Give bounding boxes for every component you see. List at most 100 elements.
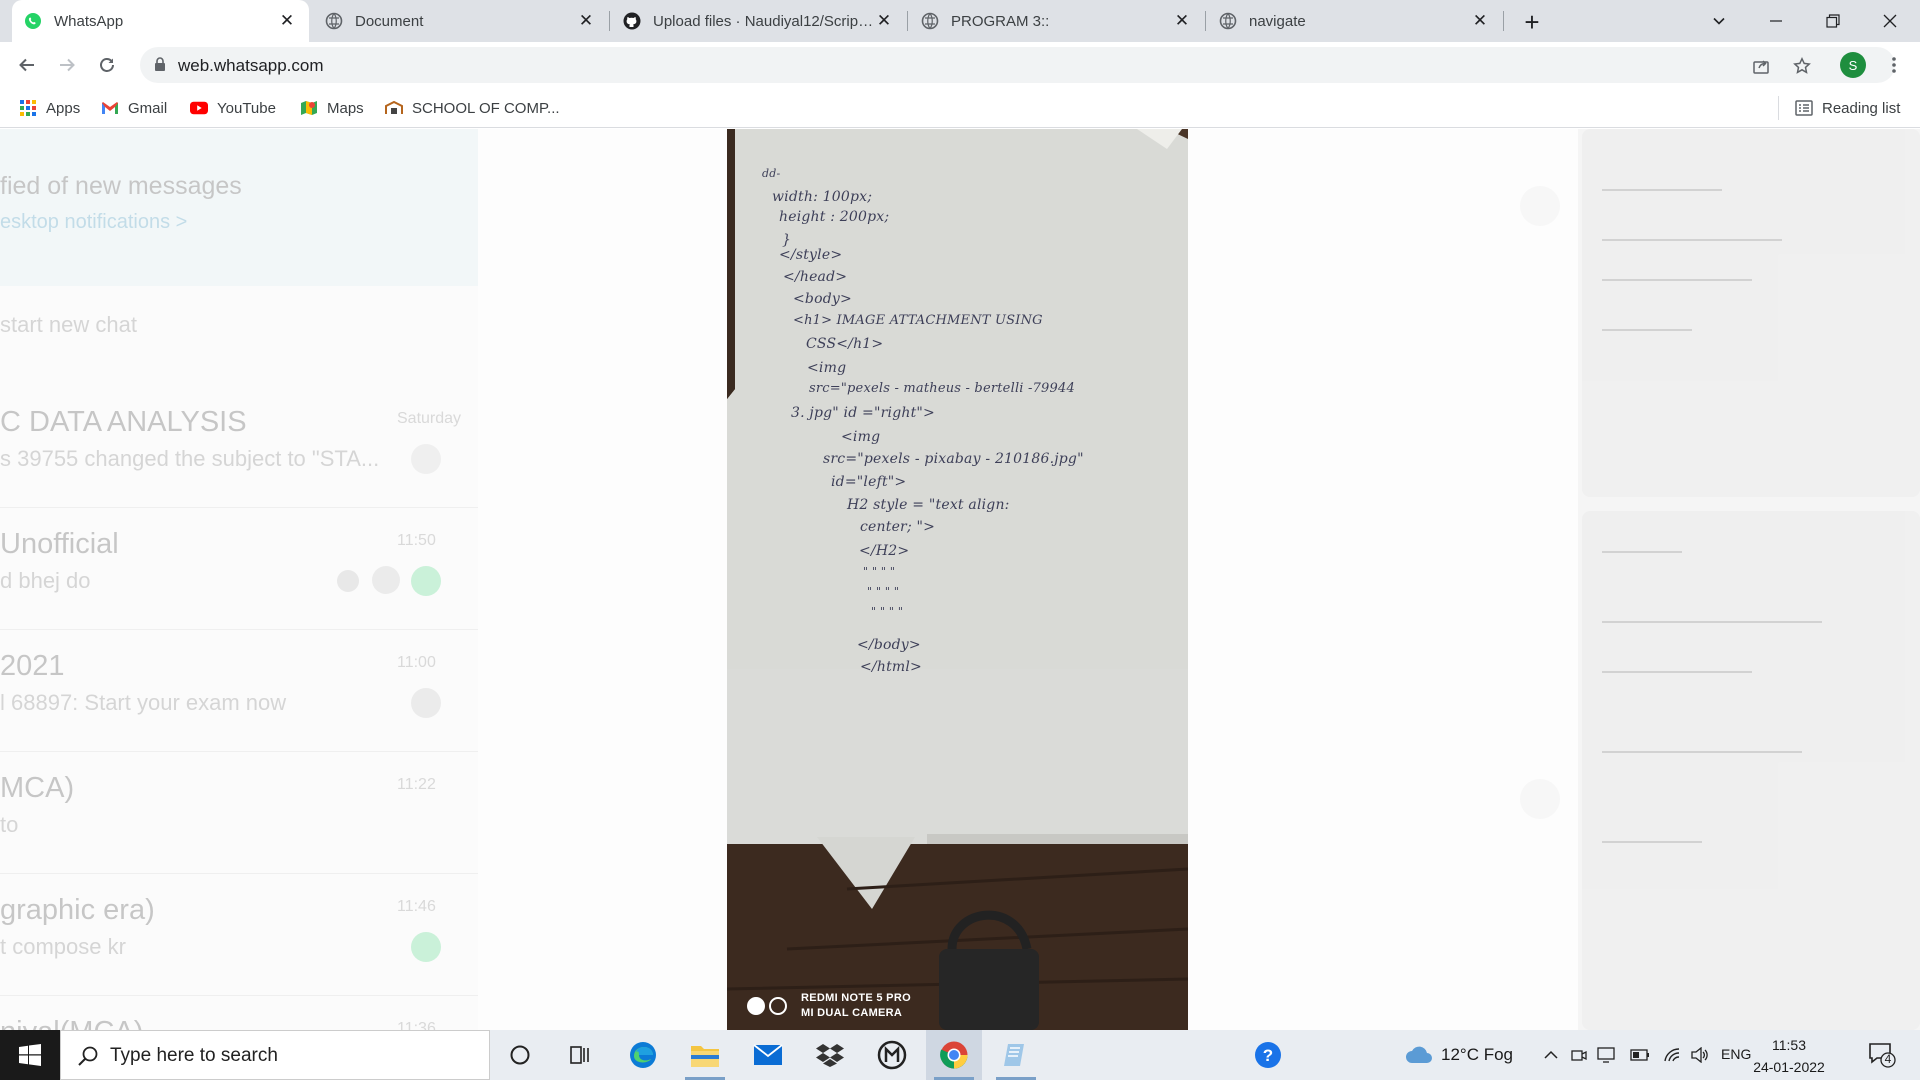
forward-button[interactable] [51,49,83,81]
reload-button[interactable] [91,49,123,81]
tab-upload-files[interactable]: Upload files · Naudiyal12/Scripting ✕ [611,0,906,42]
notification-link[interactable]: esktop notifications > [0,211,187,234]
handwriting-line: center; "> [860,519,936,535]
taskbar-dropbox[interactable] [802,1030,858,1080]
handwriting-line: id="left"> [831,474,907,490]
bookmark-label: Apps [46,99,81,117]
window-close-button[interactable] [1862,0,1918,42]
chat-list-item[interactable]: 2021 11:00 l 68897: Start your exam now [0,630,478,752]
action-center-button[interactable]: 4 [1868,1040,1898,1070]
task-view-button[interactable] [552,1030,608,1080]
chat-list-item[interactable]: Unofficial 11:50 d bhej do [0,508,478,630]
chat-list-item[interactable]: graphic era) 11:46 t compose kr [0,874,478,996]
tray-overflow-button[interactable] [1540,1030,1562,1080]
taskbar-chrome[interactable] [926,1030,982,1080]
taskbar-mail[interactable] [740,1030,796,1080]
tray-wifi[interactable] [1661,1030,1685,1080]
notification-banner[interactable]: fied of new messages esktop notification… [0,129,478,286]
search-placeholder: Type here to search [110,1045,278,1066]
close-icon[interactable]: ✕ [576,11,596,31]
back-button[interactable] [11,49,43,81]
whatsapp-icon [24,12,42,30]
windows-logo-icon [19,1044,41,1066]
handwriting-line: dd- [762,167,781,180]
weather-text: 12°C Fog [1441,1045,1514,1064]
handwriting-line: </H2> [859,543,910,559]
pin-icon [372,566,400,594]
unread-badge [411,566,441,596]
chat-preview: t compose kr [0,934,126,959]
taskbar-search[interactable]: Type here to search [60,1030,490,1080]
chevron-down-icon[interactable] [411,444,441,474]
bookmark-label: Maps [327,99,364,117]
media-thumbnail[interactable] [1582,511,1920,1030]
taskbar-app-circle[interactable] [864,1030,920,1080]
unread-badge [411,932,441,962]
bookmark-youtube[interactable]: YouTube [190,97,276,119]
reading-list-button[interactable]: Reading list [1795,97,1900,119]
tab-title: navigate [1249,12,1306,30]
chrome-menu-button[interactable] [1882,50,1906,80]
taskbar-help[interactable]: ? [1240,1030,1296,1080]
chat-time: 11:22 [397,776,436,793]
chat-time: Saturday [397,410,462,427]
tab-title: PROGRAM 3:: [951,12,1050,30]
tab-search-button[interactable] [1691,0,1747,42]
tab-program-3[interactable]: PROGRAM 3:: ✕ [909,0,1204,42]
close-icon[interactable]: ✕ [874,11,894,31]
bookmark-label: YouTube [217,99,276,117]
wifi-icon [1664,1048,1680,1062]
notification-icon [1869,1043,1896,1068]
chat-time: 11:00 [397,654,436,671]
search-icon [78,1046,98,1066]
restore-button[interactable] [1805,0,1861,42]
handwriting-line: src="pexels - matheus - bertelli -79944 [809,381,1075,396]
help-icon: ? [1255,1042,1281,1068]
minimize-button[interactable] [1748,0,1804,42]
tab-whatsapp[interactable]: WhatsApp ✕ [12,0,309,42]
table-surface [727,834,1188,1030]
photo-viewer[interactable]: dd- width: 100px; height : 200px; } </st… [727,129,1188,1030]
chat-list-item[interactable]: C DATA ANALYSIS Saturday s 39755 changed… [0,386,478,508]
chat-name: niyal(MCA) [0,1016,143,1030]
chevron-up-icon [1544,1050,1558,1059]
youtube-icon [190,99,208,117]
close-icon[interactable]: ✕ [1172,11,1192,31]
new-tab-button[interactable]: + [1518,7,1546,37]
bookmark-apps[interactable]: Apps [19,97,80,119]
tab-navigate[interactable]: navigate ✕ [1207,0,1502,42]
share-icon[interactable] [1750,55,1772,77]
taskbar-file-explorer[interactable] [677,1030,733,1080]
clock-time: 11:53 [1772,1037,1806,1053]
notification-count: 4 [1884,1052,1892,1066]
forward-icon[interactable] [1520,779,1560,819]
taskbar-edge[interactable] [615,1030,671,1080]
bookmark-gmail[interactable]: Gmail [101,97,167,119]
tray-battery[interactable] [1628,1030,1652,1080]
taskbar-notepad[interactable] [988,1030,1044,1080]
system-clock[interactable]: 11:53 24-01-2022 [1749,1034,1829,1078]
chat-list-item[interactable]: MCA) 11:22 to [0,752,478,874]
close-icon[interactable]: ✕ [277,11,297,31]
dot-filled [747,997,765,1015]
bookmark-star-icon[interactable] [1791,55,1813,77]
tray-display[interactable] [1594,1030,1618,1080]
bookmark-school[interactable]: SCHOOL OF COMP... [385,97,560,119]
chat-name: graphic era) [0,894,155,926]
profile-avatar[interactable]: S [1840,52,1866,78]
forward-icon[interactable] [1520,186,1560,226]
tray-meet[interactable] [1567,1030,1591,1080]
close-icon[interactable]: ✕ [1470,11,1490,31]
chat-list-item[interactable]: niyal(MCA) 11:36 [0,996,478,1030]
cortana-button[interactable] [492,1030,548,1080]
media-thumbnail[interactable] [1582,129,1920,497]
language-indicator[interactable]: ENG [1721,1046,1751,1062]
tab-document[interactable]: Document ✕ [313,0,608,42]
tray-volume[interactable] [1688,1030,1712,1080]
start-button[interactable] [0,1030,60,1080]
bookmark-maps[interactable]: Maps [300,97,364,119]
new-chat-hint: start new chat [0,312,137,337]
weather-widget[interactable]: 12°C Fog [1405,1030,1555,1080]
address-bar[interactable]: web.whatsapp.com [140,47,1895,83]
notification-title: fied of new messages [0,172,242,200]
